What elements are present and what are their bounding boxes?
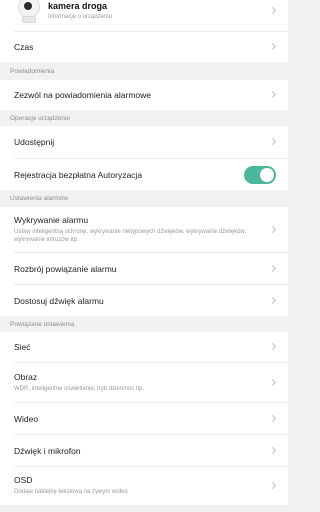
section-header-alarm-settings: Ustawienia alarmów — [10, 195, 69, 202]
video-row[interactable]: Wideo — [0, 403, 288, 434]
chevron-right-icon — [268, 90, 277, 99]
chevron-right-icon — [268, 42, 277, 51]
alarm-settings-card: Wykrywanie alarmu Ustaw inteligentną och… — [0, 207, 288, 316]
device-card: kamera droga Informacje o urządzeniu Cza… — [0, 0, 288, 62]
osd-label: OSD — [14, 475, 33, 486]
custom-alarm-sound-row[interactable]: Dostosuj dźwięk alarmu — [0, 285, 288, 316]
alarm-detection-row[interactable]: Wykrywanie alarmu Ustaw inteligentną och… — [0, 207, 288, 252]
sound-mic-row[interactable]: Dźwięk i mikrofon — [0, 435, 288, 466]
camera-thumbnail — [14, 0, 42, 24]
alarm-detection-label: Wykrywanie alarmu — [14, 214, 89, 225]
device-info-row[interactable]: kamera droga Informacje o urządzeniu — [0, 0, 288, 31]
allow-alarm-notifications-row[interactable]: Zezwól na powiadomienia alarmowe — [0, 80, 288, 110]
notifications-card: Zezwól na powiadomienia alarmowe — [0, 80, 288, 110]
disarm-linkage-row[interactable]: Rozbrój powiązanie alarmu — [0, 253, 288, 284]
video-label: Wideo — [14, 413, 39, 424]
network-label: Sieć — [14, 342, 31, 352]
network-row[interactable]: Sieć — [0, 332, 288, 362]
image-row[interactable]: Obraz WDR, inteligentne oświetlenie, try… — [0, 363, 288, 402]
device-operations-card: Udostępnij Rejestracja bezpłatna Autoryz… — [0, 126, 288, 190]
time-label: Czas — [14, 42, 34, 52]
free-registration-label: Rejestracja bezpłatna Autoryzacja — [14, 169, 143, 180]
chevron-right-icon — [268, 225, 277, 233]
chevron-right-icon — [268, 264, 277, 272]
image-description: WDR, inteligentne oświetlenie, tryb dzie… — [14, 385, 145, 392]
chevron-right-icon — [268, 137, 277, 146]
section-header-notifications: Powiadomienia — [10, 67, 55, 75]
device-info-subtitle: Informacje o urządzeniu — [48, 14, 113, 20]
image-label: Obraz — [14, 371, 38, 382]
device-name: kamera droga — [48, 1, 108, 11]
time-row[interactable]: Czas — [0, 32, 288, 62]
disarm-linkage-label: Rozbrój powiązanie alarmu — [14, 263, 117, 274]
section-header-related-settings: Powiązane ustawienia — [10, 320, 75, 328]
custom-alarm-sound-label: Dostosuj dźwięk alarmu — [14, 295, 104, 306]
chevron-right-icon — [268, 6, 277, 14]
sound-mic-label: Dźwięk i mikrofon — [14, 445, 81, 456]
chevron-right-icon — [268, 296, 277, 304]
chevron-right-icon — [268, 446, 277, 454]
chevron-right-icon — [268, 378, 277, 386]
section-header-device-operations: Operacje urządzenie — [10, 114, 70, 122]
chevron-right-icon — [268, 481, 277, 490]
alarm-detection-description: Ustaw inteligentną ochronę, wykrywanie n… — [14, 228, 247, 243]
chevron-right-icon — [268, 414, 277, 422]
allow-alarm-notifications-label: Zezwól na powiadomienia alarmowe — [14, 90, 152, 100]
toggle-knob — [260, 167, 274, 182]
related-settings-card: Sieć Obraz WDR, inteligentne oświetlenie… — [0, 332, 288, 505]
chevron-right-icon — [268, 342, 277, 351]
osd-row[interactable]: OSD Dodaje naklejkę tekstową na żywym wi… — [0, 467, 288, 505]
free-registration-toggle[interactable] — [244, 165, 276, 184]
free-registration-row: Rejestracja bezpłatna Autoryzacja — [0, 159, 288, 190]
share-label: Udostępnij — [14, 137, 55, 147]
share-row[interactable]: Udostępnij — [0, 126, 288, 158]
osd-description: Dodaje naklejkę tekstową na żywym wideo — [14, 489, 128, 496]
